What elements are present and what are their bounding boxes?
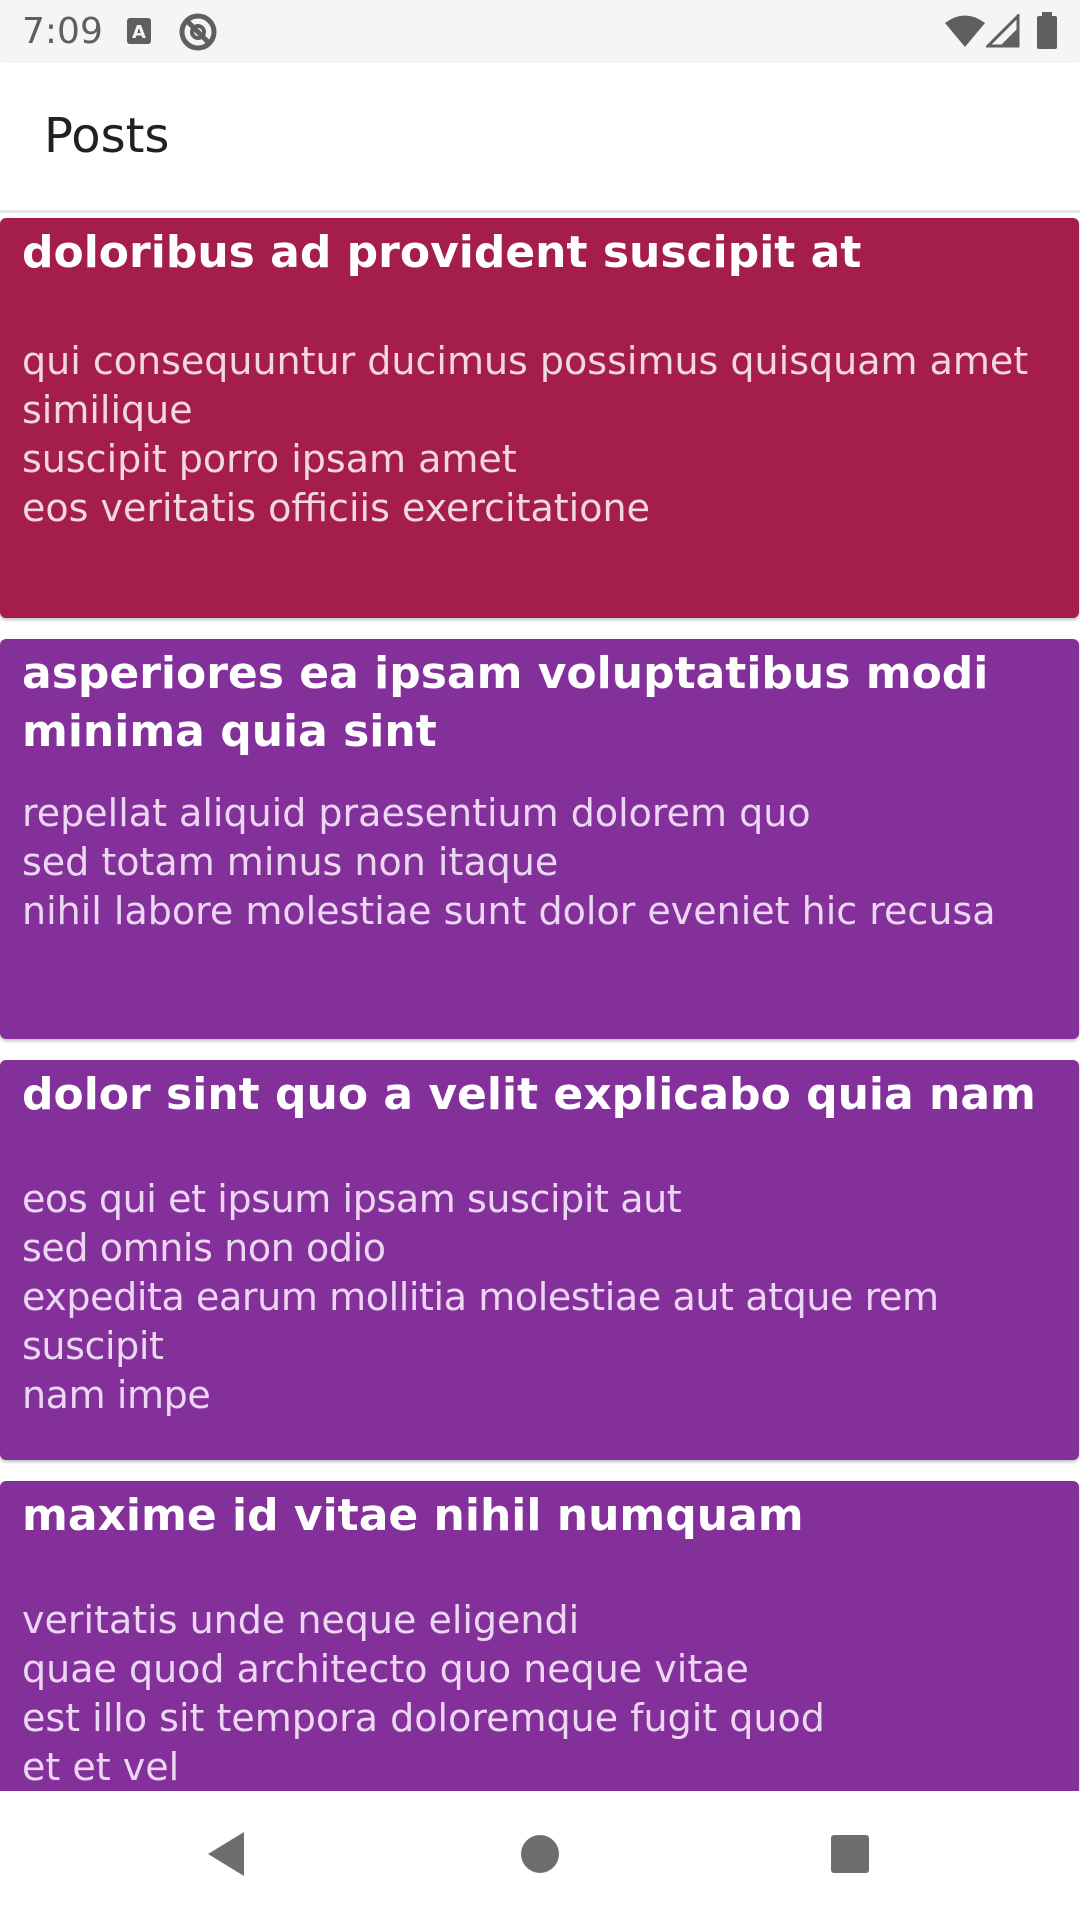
home-icon — [519, 1833, 561, 1879]
battery-icon — [1036, 12, 1058, 50]
svg-text:A: A — [132, 22, 146, 43]
post-body: veritatis unde neque eligendi quae quod … — [22, 1598, 825, 1789]
status-bar: 7:09 A — [0, 0, 1080, 63]
post-card[interactable]: dolor sint quo a velit explicabo quia na… — [0, 1060, 1079, 1460]
post-title: asperiores ea ipsam voluptatibus modi mi… — [22, 648, 989, 757]
post-body: repellat aliquid praesentium dolorem quo… — [22, 791, 996, 933]
post-title: doloribus ad provident suscipit at — [22, 227, 862, 278]
at-sign-icon — [178, 12, 218, 52]
post-card[interactable]: asperiores ea ipsam voluptatibus modi mi… — [0, 639, 1079, 1039]
post-body: qui consequuntur ducimus possimus quisqu… — [22, 339, 1029, 530]
back-button[interactable] — [146, 1791, 306, 1920]
post-title: maxime id vitae nihil numquam — [22, 1490, 804, 1541]
page-title: Posts — [44, 108, 170, 164]
home-button[interactable] — [460, 1791, 620, 1920]
recents-icon — [829, 1833, 871, 1879]
post-card[interactable]: doloribus ad provident suscipit at qui c… — [0, 218, 1079, 618]
wifi-icon — [944, 14, 986, 48]
back-icon — [204, 1830, 248, 1882]
post-list[interactable]: doloribus ad provident suscipit at qui c… — [0, 213, 1080, 1791]
navigation-bar — [0, 1791, 1080, 1920]
status-time: 7:09 — [22, 11, 103, 52]
post-body: eos qui et ipsum ipsam suscipit aut sed … — [22, 1177, 939, 1417]
post-card[interactable]: maxime id vitae nihil numquam veritatis … — [0, 1481, 1079, 1791]
font-a-icon: A — [126, 17, 152, 45]
recents-button[interactable] — [770, 1791, 930, 1920]
cell-signal-icon — [986, 14, 1020, 48]
app-bar: Posts — [0, 63, 1080, 213]
post-title: dolor sint quo a velit explicabo quia na… — [22, 1069, 1036, 1120]
